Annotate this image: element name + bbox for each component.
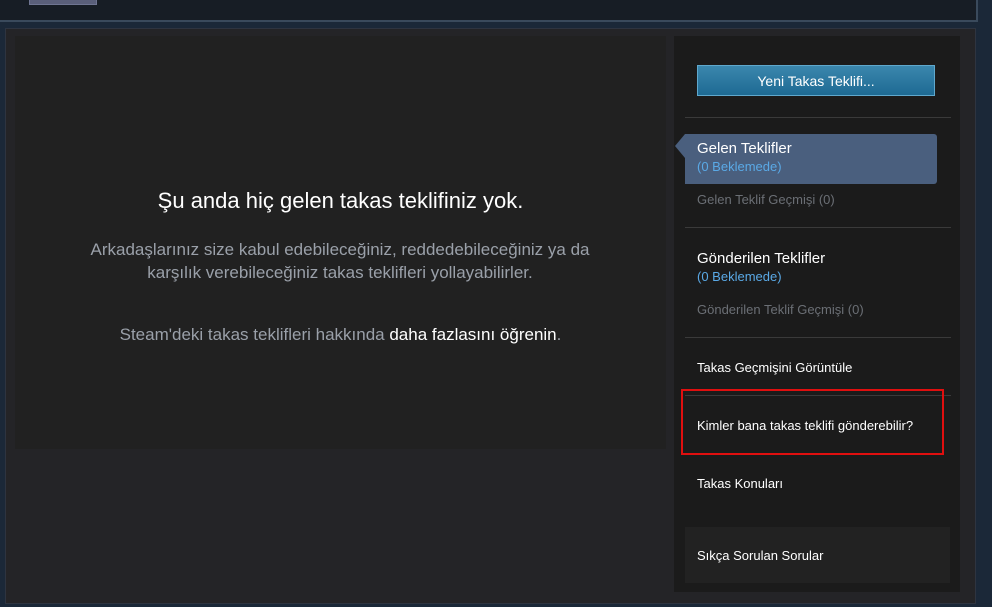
new-trade-offer-button[interactable]: Yeni Takas Teklifi... (697, 65, 935, 96)
sent-pending-count[interactable]: (0 Beklemede) (697, 269, 782, 284)
top-bar (0, 0, 978, 22)
sent-offer-history-link[interactable]: Gönderilen Teklif Geçmişi (0) (697, 302, 864, 317)
faq-card: Sıkça Sorulan Sorular (685, 527, 950, 583)
view-trade-history-link[interactable]: Takas Geçmişini Görüntüle (697, 360, 852, 375)
learn-more-prefix: Steam'deki takas teklifleri hakkında (119, 325, 390, 344)
sidebar: Yeni Takas Teklifi... Gelen Teklifler (0… (674, 36, 960, 592)
highlight-box (681, 389, 944, 455)
learn-more-link[interactable]: daha fazlasını öğrenin (389, 325, 556, 344)
incoming-offers-title: Gelen Teklifler (697, 140, 792, 157)
incoming-pending-count: (0 Beklemede) (697, 159, 782, 174)
incoming-offer-history-link[interactable]: Gelen Teklif Geçmişi (0) (697, 192, 835, 207)
empty-state-title: Şu anda hiç gelen takas teklifiniz yok. (157, 188, 524, 213)
tab-incoming-offers[interactable]: Gelen Teklifler (0 Beklemede) (675, 134, 937, 184)
divider (685, 227, 951, 228)
empty-state-description: Arkadaşlarınız size kabul edebileceğiniz… (90, 240, 590, 282)
sent-offers-title[interactable]: Gönderilen Teklifler (697, 250, 825, 267)
divider (685, 117, 951, 118)
avatar[interactable] (29, 0, 97, 5)
divider (685, 337, 951, 338)
learn-more-text: Steam'deki takas teklifleri hakkında dah… (15, 325, 666, 345)
faq-link[interactable]: Sıkça Sorulan Sorular (697, 548, 823, 563)
learn-more-suffix: . (556, 325, 562, 344)
trade-offers-main-panel: Şu anda hiç gelen takas teklifiniz yok. … (15, 36, 666, 449)
trade-topics-link[interactable]: Takas Konuları (697, 476, 783, 491)
